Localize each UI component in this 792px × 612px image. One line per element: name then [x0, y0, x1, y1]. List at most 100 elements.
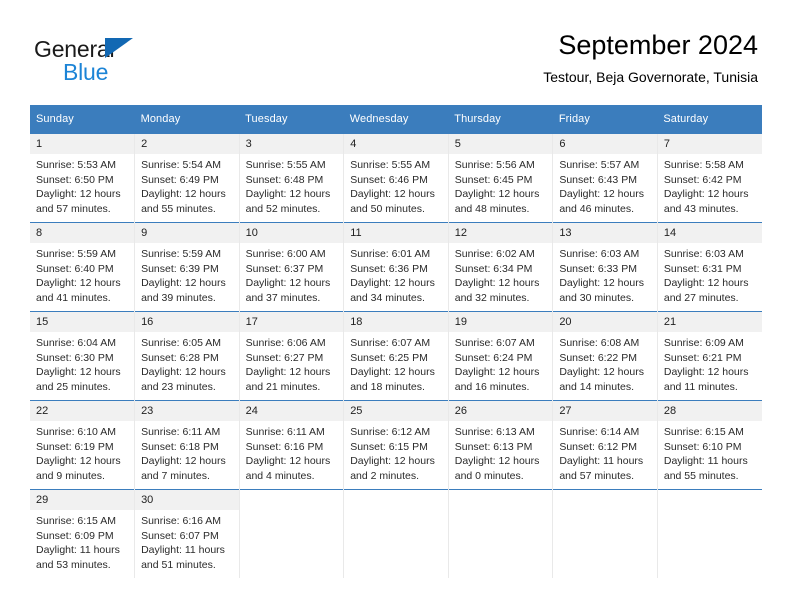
sunrise-time: Sunrise: 5:58 AM: [663, 159, 744, 171]
sunrise-time: Sunrise: 6:02 AM: [454, 248, 535, 260]
calendar-day-cell[interactable]: 23 Sunrise: 6:11 AM Sunset: 6:18 PM Dayligh…: [134, 400, 240, 490]
calendar-day-cell[interactable]: 16 Sunrise: 6:05 AM Sunset: 6:28 PM Dayligh…: [134, 311, 240, 401]
sunrise-time: Sunrise: 6:13 AM: [454, 426, 535, 438]
sunrise-time: Sunrise: 6:03 AM: [559, 248, 640, 260]
sunset-time: Sunset: 6:33 PM: [559, 262, 637, 275]
sunset-time: Sunset: 6:37 PM: [245, 262, 324, 275]
calendar-day-cell[interactable]: 2 Sunrise: 5:54 AM Sunset: 6:49 PM Daylight…: [134, 133, 240, 223]
calendar-day-cell[interactable]: 25 Sunrise: 6:12 AM Sunset: 6:15 PM Dayligh…: [343, 400, 449, 490]
sunrise-time: Sunrise: 6:00 AM: [245, 248, 326, 260]
daylight-duration-line1: Daylight: 12 hours: [36, 455, 121, 468]
daylight-duration-line2: and 34 minutes.: [350, 291, 425, 304]
calendar-day-cell[interactable]: 3 Sunrise: 5:55 AM Sunset: 6:48 PM Daylight…: [238, 133, 344, 223]
daylight-duration-line2: and 41 minutes.: [36, 291, 111, 304]
weekday-header-monday: Monday: [134, 105, 240, 134]
calendar-day-cell[interactable]: 5 Sunrise: 5:56 AM Sunset: 6:45 PM Daylight…: [447, 133, 553, 223]
day-details: Sunrise: 6:14 AM Sunset: 6:12 PM Daylight:…: [553, 421, 657, 483]
sunset-time: Sunset: 6:40 PM: [36, 262, 114, 275]
calendar-day-cell[interactable]: 27 Sunrise: 6:14 AM Sunset: 6:12 PM Dayligh…: [552, 400, 658, 490]
sunset-time: Sunset: 6:48 PM: [245, 173, 324, 186]
day-details: Sunrise: 5:57 AM Sunset: 6:43 PM Daylight:…: [553, 154, 657, 216]
calendar-day-cell[interactable]: 24 Sunrise: 6:11 AM Sunset: 6:16 PM Dayligh…: [238, 400, 344, 490]
daylight-duration-line2: and 37 minutes.: [245, 291, 321, 304]
day-number: 29: [30, 490, 135, 510]
daylight-duration-line1: Daylight: 12 hours: [559, 366, 644, 379]
calendar-day-cell[interactable]: 30 Sunrise: 6:16 AM Sunset: 6:07 PM Dayligh…: [134, 489, 240, 578]
day-details: Sunrise: 6:15 AM Sunset: 6:10 PM Daylight:…: [658, 421, 762, 483]
calendar-day-cell[interactable]: 10 Sunrise: 6:00 AM Sunset: 6:37 PM Dayligh…: [238, 222, 344, 312]
day-number: 20: [553, 312, 657, 332]
day-number: 21: [657, 312, 762, 332]
calendar-day-cell[interactable]: 8 Sunrise: 5:59 AM Sunset: 6:40 PM Daylight…: [30, 222, 135, 312]
day-number: 1: [30, 134, 135, 154]
logo-triangle-icon: [105, 38, 133, 58]
day-details: Sunrise: 6:06 AM Sunset: 6:27 PM Daylight:…: [240, 332, 344, 394]
weekday-header-thursday: Thursday: [448, 105, 553, 134]
daylight-duration-line2: and 57 minutes.: [559, 469, 635, 482]
general-blue-logo[interactable]: General Blue: [34, 36, 234, 92]
calendar-day-cell[interactable]: 4 Sunrise: 5:55 AM Sunset: 6:46 PM Daylight…: [343, 133, 449, 223]
sunset-time: Sunset: 6:21 PM: [663, 351, 742, 364]
calendar-day-cell[interactable]: 17 Sunrise: 6:06 AM Sunset: 6:27 PM Dayligh…: [238, 311, 344, 401]
day-number: 13: [553, 223, 657, 243]
calendar-day-cell[interactable]: 29 Sunrise: 6:15 AM Sunset: 6:09 PM Dayligh…: [30, 489, 135, 578]
calendar-day-cell[interactable]: 13 Sunrise: 6:03 AM Sunset: 6:33 PM Dayligh…: [552, 222, 658, 312]
calendar-day-cell[interactable]: 11 Sunrise: 6:01 AM Sunset: 6:36 PM Dayligh…: [343, 222, 449, 312]
day-number: 12: [448, 223, 553, 243]
calendar-day-cell[interactable]: 19 Sunrise: 6:07 AM Sunset: 6:24 PM Dayligh…: [447, 311, 553, 401]
day-number: 30: [135, 490, 239, 510]
weekday-header-tuesday: Tuesday: [239, 105, 344, 134]
calendar-day-cell[interactable]: 28 Sunrise: 6:15 AM Sunset: 6:10 PM Dayligh…: [656, 400, 762, 490]
daylight-duration-line1: Daylight: 12 hours: [454, 366, 540, 379]
day-details: Sunrise: 5:59 AM Sunset: 6:40 PM Daylight:…: [30, 243, 134, 305]
day-details: Sunrise: 5:53 AM Sunset: 6:50 PM Daylight:…: [30, 154, 134, 216]
calendar-day-cell[interactable]: 7 Sunrise: 5:58 AM Sunset: 6:42 PM Daylight…: [656, 133, 762, 223]
calendar-day-cell[interactable]: 14 Sunrise: 6:03 AM Sunset: 6:31 PM Dayligh…: [656, 222, 762, 312]
day-details: Sunrise: 6:07 AM Sunset: 6:25 PM Daylight:…: [344, 332, 448, 394]
daylight-duration-line2: and 9 minutes.: [36, 469, 105, 482]
daylight-duration-line2: and 57 minutes.: [36, 202, 111, 215]
sunrise-time: Sunrise: 6:05 AM: [141, 337, 222, 349]
sunrise-time: Sunrise: 6:08 AM: [559, 337, 640, 349]
calendar-day-cell[interactable]: 18 Sunrise: 6:07 AM Sunset: 6:25 PM Dayligh…: [343, 311, 449, 401]
day-number: 18: [344, 312, 448, 332]
calendar-week-row: 1 Sunrise: 5:53 AM Sunset: 6:50 PM Daylight…: [30, 133, 762, 223]
sunset-time: Sunset: 6:36 PM: [350, 262, 428, 275]
calendar-day-cell[interactable]: 22 Sunrise: 6:10 AM Sunset: 6:19 PM Dayligh…: [30, 400, 135, 490]
day-number: 26: [448, 401, 553, 421]
daylight-duration-line1: Daylight: 12 hours: [245, 455, 331, 468]
calendar-day-cell[interactable]: 9 Sunrise: 5:59 AM Sunset: 6:39 PM Daylight…: [134, 222, 240, 312]
daylight-duration-line1: Daylight: 12 hours: [141, 277, 226, 290]
sunset-time: Sunset: 6:27 PM: [245, 351, 324, 364]
sunrise-time: Sunrise: 6:01 AM: [350, 248, 431, 260]
weekday-header-wednesday: Wednesday: [343, 105, 449, 134]
calendar-day-cell[interactable]: 26 Sunrise: 6:13 AM Sunset: 6:13 PM Dayligh…: [447, 400, 553, 490]
calendar-day-cell[interactable]: 6 Sunrise: 5:57 AM Sunset: 6:43 PM Daylight…: [552, 133, 658, 223]
sunset-time: Sunset: 6:49 PM: [141, 173, 219, 186]
day-details: Sunrise: 6:01 AM Sunset: 6:36 PM Daylight:…: [344, 243, 448, 305]
calendar-day-cell[interactable]: 20 Sunrise: 6:08 AM Sunset: 6:22 PM Dayligh…: [552, 311, 658, 401]
daylight-duration-line1: Daylight: 12 hours: [141, 455, 226, 468]
daylight-duration-line1: Daylight: 12 hours: [350, 188, 435, 201]
day-details: Sunrise: 6:03 AM Sunset: 6:31 PM Daylight:…: [658, 243, 762, 305]
calendar-cell-empty: [552, 489, 658, 578]
daylight-duration-line2: and 55 minutes.: [141, 202, 216, 215]
daylight-duration-line2: and 39 minutes.: [141, 291, 216, 304]
weekday-header-saturday: Saturday: [657, 105, 762, 134]
sunset-time: Sunset: 6:22 PM: [559, 351, 637, 364]
calendar-day-cell[interactable]: 1 Sunrise: 5:53 AM Sunset: 6:50 PM Daylight…: [30, 133, 135, 223]
sunrise-time: Sunrise: 5:54 AM: [141, 159, 222, 171]
daylight-duration-line1: Daylight: 12 hours: [454, 277, 540, 290]
calendar-day-cell[interactable]: 15 Sunrise: 6:04 AM Sunset: 6:30 PM Dayligh…: [30, 311, 135, 401]
day-number: 7: [657, 134, 762, 154]
page-subtitle: Testour, Beja Governorate, Tunisia: [543, 69, 758, 85]
day-number: 6: [553, 134, 657, 154]
day-number: 15: [30, 312, 135, 332]
daylight-duration-line1: Daylight: 12 hours: [36, 188, 121, 201]
calendar-day-cell[interactable]: 21 Sunrise: 6:09 AM Sunset: 6:21 PM Dayligh…: [656, 311, 762, 401]
day-number: 3: [239, 134, 344, 154]
daylight-duration-line2: and 46 minutes.: [559, 202, 635, 215]
calendar-day-cell[interactable]: 12 Sunrise: 6:02 AM Sunset: 6:34 PM Dayligh…: [447, 222, 553, 312]
sunset-time: Sunset: 6:16 PM: [245, 440, 324, 453]
daylight-duration-line1: Daylight: 11 hours: [559, 455, 644, 468]
